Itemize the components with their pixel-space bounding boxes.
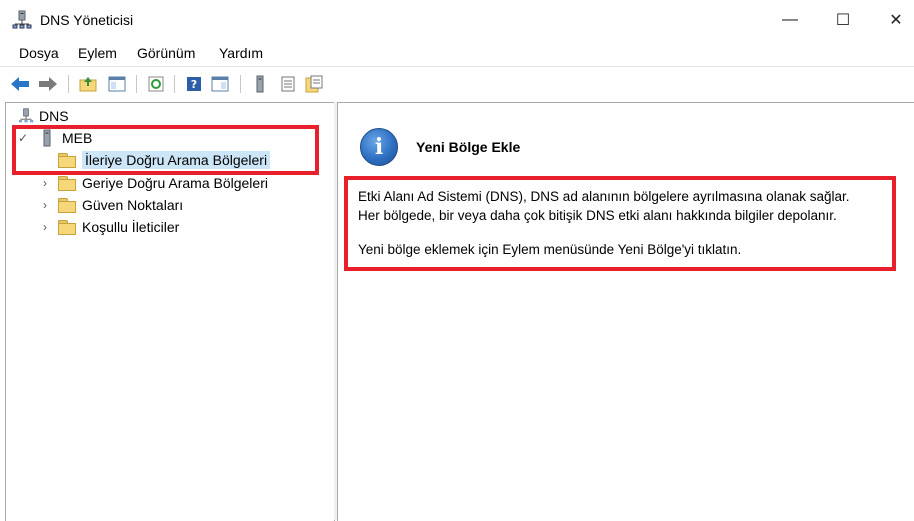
toolbar-separator [240,75,241,93]
tree-item-dns[interactable]: DNS [18,105,69,127]
minimize-button[interactable]: — [767,0,813,40]
tree-label: DNS [39,108,69,124]
close-button[interactable]: ✕ [873,0,914,40]
properties-icon[interactable] [210,74,230,94]
svg-text:?: ? [191,78,197,91]
dns-node-icon [18,108,34,123]
details-pane [337,102,914,521]
refresh-icon[interactable] [146,74,166,94]
toolbar-separator [174,75,175,93]
menu-yardim[interactable]: Yardım [219,45,263,61]
tree-label: Geriye Doğru Arama Bölgeleri [82,175,268,191]
menu-dosya[interactable]: Dosya [19,45,59,61]
chevron-right-icon[interactable]: › [38,198,52,212]
server-icon[interactable] [250,74,270,94]
chevron-right-icon[interactable]: › [38,220,52,234]
folder-icon [58,220,76,235]
toolbar: ? [0,66,914,101]
details-title: Yeni Bölge Ekle [416,139,521,155]
highlight-box-tree [12,125,319,175]
list-icon[interactable] [278,74,298,94]
help-icon[interactable]: ? [184,74,204,94]
folder-icon [58,176,76,191]
tree-label: Güven Noktaları [82,197,184,213]
toolbar-separator [68,75,69,93]
tree-item-conditional-forwarders[interactable]: › Koşullu İleticiler [38,216,179,238]
info-icon: i [360,128,398,166]
maximize-button[interactable]: ☐ [820,0,866,40]
forward-icon[interactable] [38,74,58,94]
tree-item-reverse-zones[interactable]: › Geriye Doğru Arama Bölgeleri [38,172,268,194]
highlight-box-description [344,176,896,271]
window-title: DNS Yöneticisi [40,12,134,28]
chevron-right-icon[interactable]: › [38,176,52,190]
menu-eylem[interactable]: Eylem [78,45,117,61]
tree-item-trust-points[interactable]: › Güven Noktaları [38,194,183,216]
export-icon[interactable] [304,74,324,94]
dns-app-icon [12,10,32,29]
show-hide-tree-icon[interactable] [107,74,127,94]
back-icon[interactable] [10,74,30,94]
tree-label: Koşullu İleticiler [82,219,180,235]
menu-gorunum[interactable]: Görünüm [137,45,195,61]
folder-icon [58,198,76,213]
menu-bar: Dosya Eylem Görünüm Yardım [0,40,914,66]
toolbar-separator [136,75,137,93]
up-folder-icon[interactable] [78,74,98,94]
